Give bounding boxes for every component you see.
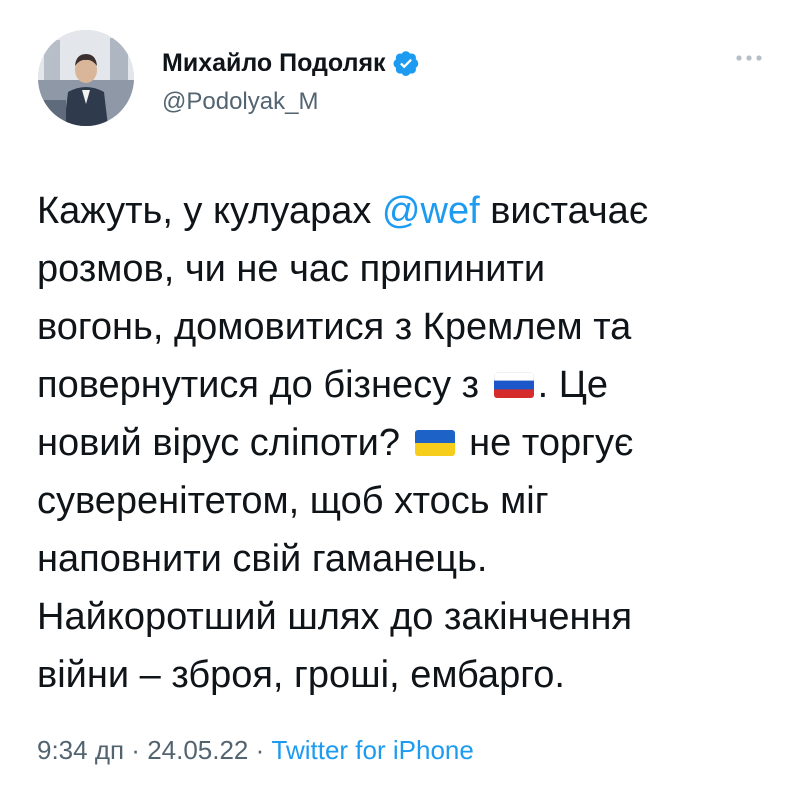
avatar[interactable] bbox=[38, 30, 134, 126]
tweet-text-segment: вистачає bbox=[479, 190, 649, 232]
tweet-metadata: 9:34 дп · 24.05.22 · Twitter for iPhone bbox=[37, 735, 474, 766]
more-options-icon[interactable] bbox=[734, 48, 764, 68]
author-name-row: Михайло Подоляк bbox=[162, 46, 420, 80]
meta-separator: · bbox=[124, 735, 148, 765]
author-display-name[interactable]: Михайло Подоляк bbox=[162, 49, 386, 78]
tweet-line: суверенітетом, щоб хтось міг bbox=[37, 480, 549, 522]
russia-flag-icon bbox=[493, 372, 534, 398]
tweet-text-segment: не торгує bbox=[458, 422, 634, 464]
tweet-line: розмов, чи не час припинити bbox=[37, 248, 546, 290]
verified-badge-icon bbox=[392, 49, 420, 77]
author-handle[interactable]: @Podolyak_M bbox=[162, 88, 318, 116]
tweet-text-segment: повернутися до бізнесу з bbox=[37, 364, 490, 406]
tweet-line: вогонь, домовитися з Кремлем та bbox=[37, 306, 632, 348]
profile-photo-icon bbox=[38, 30, 134, 126]
tweet-text-segment: . Це bbox=[537, 364, 609, 406]
tweet-line: новий вірус сліпоти? не торгує bbox=[37, 414, 777, 472]
tweet-source-link[interactable]: Twitter for iPhone bbox=[272, 735, 474, 765]
mention-link[interactable]: @wef bbox=[382, 190, 480, 232]
tweet-line: повернутися до бізнесу з . Це bbox=[37, 356, 777, 414]
tweet-line: війни – зброя, гроші, ембарго. bbox=[37, 654, 565, 696]
tweet-text: Кажуть, у кулуарах @wef вистачає розмов,… bbox=[37, 182, 777, 704]
ukraine-flag-icon bbox=[414, 430, 455, 456]
tweet-line: Кажуть, у кулуарах @wef вистачає bbox=[37, 182, 777, 240]
tweet-line: наповнити свій гаманець. bbox=[37, 538, 488, 580]
meta-separator: · bbox=[248, 735, 272, 765]
tweet-text-segment: Кажуть, у кулуарах bbox=[37, 190, 382, 232]
tweet-line: Найкоротший шлях до закінчення bbox=[37, 596, 633, 638]
tweet-text-segment: новий вірус сліпоти? bbox=[37, 422, 411, 464]
tweet-date[interactable]: 24.05.22 bbox=[147, 735, 248, 765]
tweet-time[interactable]: 9:34 дп bbox=[37, 735, 124, 765]
